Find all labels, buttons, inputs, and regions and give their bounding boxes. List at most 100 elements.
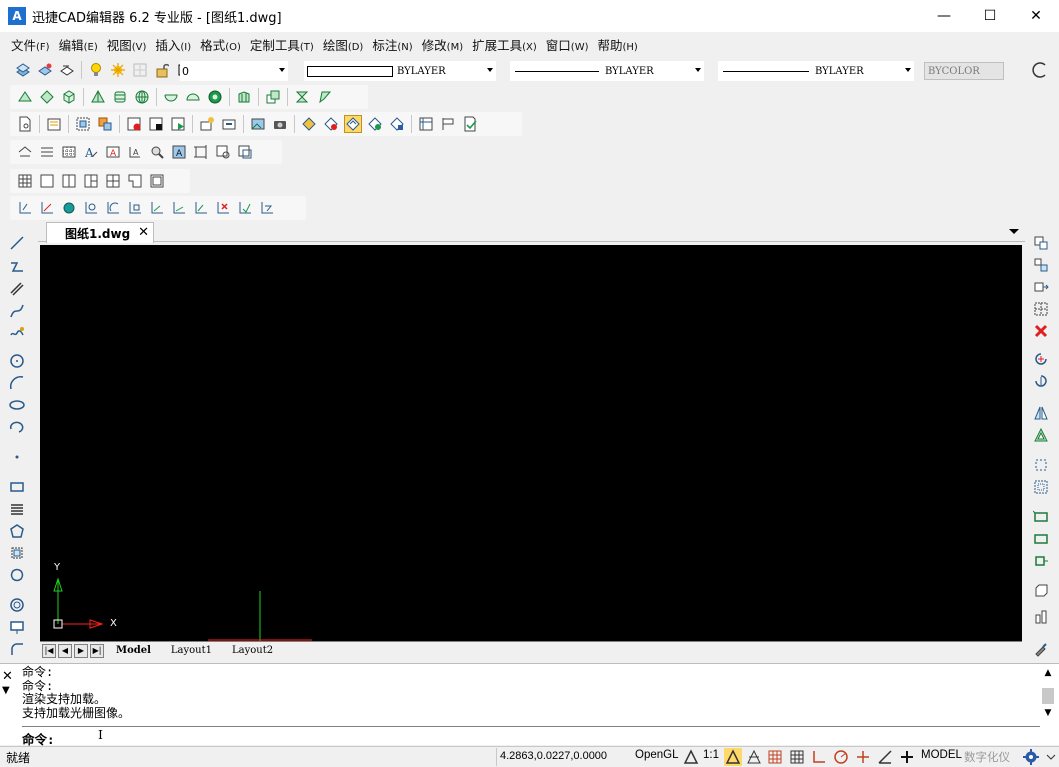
cylinder-solid-icon[interactable] bbox=[111, 88, 129, 106]
polar-tracking-icon[interactable] bbox=[832, 748, 850, 766]
scroll-up-icon[interactable]: ▲ bbox=[1041, 668, 1055, 678]
color-combo[interactable]: BYLAYER bbox=[304, 61, 496, 81]
layer-state-icon[interactable] bbox=[36, 61, 54, 79]
drawing-canvas[interactable]: Y X bbox=[40, 245, 1022, 641]
viewport-three-icon[interactable] bbox=[82, 172, 100, 190]
text-align-icon[interactable]: A bbox=[126, 143, 144, 161]
multiline-tool-icon[interactable] bbox=[8, 280, 26, 298]
new-drawing-icon[interactable] bbox=[16, 115, 34, 133]
play-icon[interactable] bbox=[169, 115, 187, 133]
polyline-tool-icon[interactable] bbox=[8, 258, 26, 276]
torus-solid-icon[interactable] bbox=[206, 88, 224, 106]
viewport-four-icon[interactable] bbox=[104, 172, 122, 190]
object-snap-icon[interactable] bbox=[854, 748, 872, 766]
line-tool-icon[interactable] bbox=[8, 234, 26, 252]
arc-3point-tool-icon[interactable] bbox=[8, 374, 26, 392]
auto-scale-icon[interactable] bbox=[745, 748, 763, 766]
break-tool-icon[interactable] bbox=[1032, 552, 1050, 570]
sketch-tool-icon[interactable] bbox=[8, 324, 26, 342]
copy-tool-icon[interactable] bbox=[1032, 234, 1050, 252]
lineweight-display-icon[interactable] bbox=[898, 748, 916, 766]
menu-insert[interactable]: 插入(I) bbox=[155, 35, 191, 54]
stretch-tool-icon[interactable] bbox=[1032, 478, 1050, 496]
menu-dimension[interactable]: 标注(N) bbox=[372, 35, 412, 54]
menu-custom-tools[interactable]: 定制工具(T) bbox=[250, 35, 314, 54]
insert-block-icon[interactable] bbox=[96, 115, 114, 133]
hatch-tool-icon[interactable] bbox=[8, 500, 26, 518]
model-space-label[interactable]: MODEL bbox=[921, 749, 962, 761]
viewport-polygonal-icon[interactable] bbox=[126, 172, 144, 190]
layer-freeze-icon[interactable] bbox=[109, 61, 127, 79]
menu-modify[interactable]: 修改(M) bbox=[422, 35, 463, 54]
document-tab-close-icon[interactable]: ✕ bbox=[138, 225, 149, 240]
text-scale-icon[interactable] bbox=[192, 143, 210, 161]
fillet-tool-icon[interactable] bbox=[8, 640, 26, 658]
stop-icon[interactable] bbox=[147, 115, 165, 133]
donut-tool-icon[interactable] bbox=[8, 596, 26, 614]
chamfer-tool-icon[interactable] bbox=[1032, 582, 1050, 600]
explode-tool-icon[interactable] bbox=[1032, 608, 1050, 626]
menu-edit[interactable]: 编辑(E) bbox=[59, 35, 98, 54]
wipeout-tool-icon[interactable] bbox=[8, 618, 26, 636]
next-layout-icon[interactable]: ▶ bbox=[74, 643, 88, 658]
mirror-tool-icon[interactable] bbox=[1032, 404, 1050, 422]
region-tool-icon[interactable] bbox=[8, 544, 26, 562]
dim-diameter-icon[interactable] bbox=[104, 199, 122, 217]
print-preview-icon[interactable] bbox=[417, 115, 435, 133]
command-scrollbar[interactable]: ▲ ▼ bbox=[1041, 668, 1055, 726]
dim-continue-icon[interactable] bbox=[170, 199, 188, 217]
dim-edit-icon[interactable] bbox=[258, 199, 276, 217]
dim-ordinate-icon[interactable] bbox=[192, 199, 210, 217]
dynamic-ucs-icon[interactable] bbox=[876, 748, 894, 766]
lineweight-combo[interactable]: BYLAYER bbox=[718, 61, 914, 81]
prev-layout-icon[interactable]: ◀ bbox=[58, 643, 72, 658]
layer-combo[interactable]: 0 bbox=[180, 61, 288, 81]
text-style-icon[interactable] bbox=[38, 143, 56, 161]
text-font-icon[interactable]: A bbox=[82, 143, 100, 161]
viewport-single-icon[interactable] bbox=[38, 172, 56, 190]
rectangle-tool-icon[interactable] bbox=[8, 478, 26, 496]
last-layout-icon[interactable]: ▶| bbox=[90, 643, 104, 658]
revision-cloud-tool-icon[interactable] bbox=[8, 566, 26, 584]
extrude-icon[interactable] bbox=[235, 88, 253, 106]
command-input[interactable]: 命令: I bbox=[22, 726, 1040, 747]
maximize-button[interactable]: ☐ bbox=[967, 0, 1013, 32]
viewport-clip-icon[interactable] bbox=[148, 172, 166, 190]
attribute-define-icon[interactable] bbox=[198, 115, 216, 133]
pyramid-solid-icon[interactable] bbox=[89, 88, 107, 106]
dome-solid-icon[interactable] bbox=[184, 88, 202, 106]
diamond-red-icon[interactable] bbox=[322, 115, 340, 133]
digitizer-label[interactable]: 数字化仪 bbox=[964, 749, 1010, 765]
document-tab[interactable]: 图纸1.dwg ✕ bbox=[46, 222, 154, 243]
menu-help[interactable]: 帮助(H) bbox=[598, 35, 638, 54]
menu-file[interactable]: 文件(F) bbox=[11, 35, 50, 54]
diamond-green-icon[interactable] bbox=[366, 115, 384, 133]
dim-radius-icon[interactable] bbox=[82, 199, 100, 217]
ellipse-arc-tool-icon[interactable] bbox=[8, 418, 26, 436]
rotate-tool-icon[interactable] bbox=[1032, 350, 1050, 368]
point-tool-icon[interactable] bbox=[8, 448, 26, 466]
text-search-icon[interactable] bbox=[214, 143, 232, 161]
ellipse-tool-icon[interactable] bbox=[8, 396, 26, 414]
dish-solid-icon[interactable] bbox=[162, 88, 180, 106]
dim-tolerance-icon[interactable] bbox=[214, 199, 232, 217]
dim-baseline-icon[interactable] bbox=[148, 199, 166, 217]
annotation-scale-icon[interactable] bbox=[682, 748, 700, 766]
record-icon[interactable] bbox=[125, 115, 143, 133]
diamond-blue-icon[interactable] bbox=[388, 115, 406, 133]
find-text-icon[interactable] bbox=[148, 143, 166, 161]
text-frame-icon[interactable]: A bbox=[104, 143, 122, 161]
camera-icon[interactable] bbox=[271, 115, 289, 133]
menu-view[interactable]: 视图(V) bbox=[107, 35, 147, 54]
spell-check-icon[interactable] bbox=[16, 143, 34, 161]
scroll-thumb[interactable] bbox=[1042, 688, 1054, 704]
layer-viewport-freeze-icon[interactable] bbox=[131, 61, 149, 79]
attribute-edit-icon[interactable] bbox=[220, 115, 238, 133]
viewport-grid-icon[interactable] bbox=[16, 172, 34, 190]
erase-tool-icon[interactable] bbox=[1032, 322, 1050, 340]
polygon-tool-icon[interactable] bbox=[8, 522, 26, 540]
layout-tab-model[interactable]: Model bbox=[108, 645, 159, 656]
renderer-label[interactable]: OpenGL bbox=[635, 749, 678, 761]
block-icon[interactable] bbox=[74, 115, 92, 133]
command-close-icon[interactable]: ✕ bbox=[2, 670, 20, 684]
